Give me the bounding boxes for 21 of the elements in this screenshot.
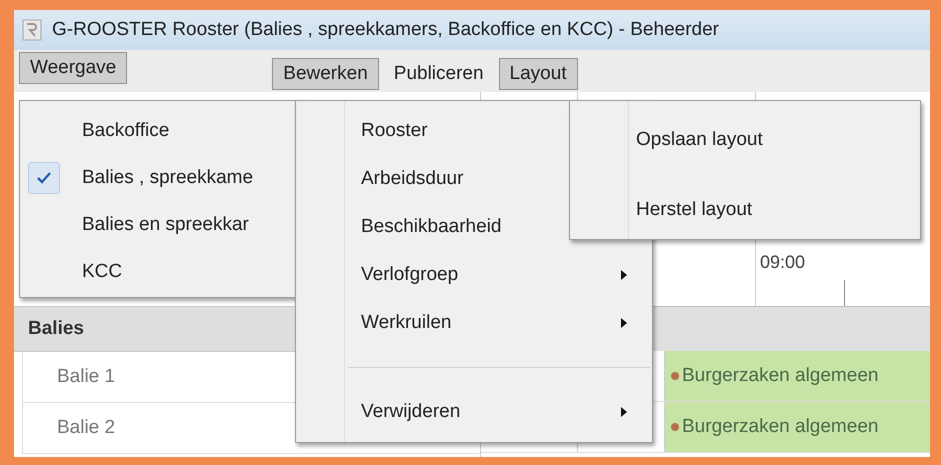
row-label: Balie 1 xyxy=(57,366,116,388)
dot-icon xyxy=(671,423,679,431)
time-label: 09:00 xyxy=(760,252,806,272)
row-label: Balie 2 xyxy=(57,417,116,439)
menu-item[interactable]: Verlofgroep xyxy=(296,251,652,299)
app-icon xyxy=(22,19,42,41)
menu-item[interactable]: Opslaan layout xyxy=(570,109,920,171)
dot-icon xyxy=(671,372,679,380)
window-title: G-ROOSTER Rooster (Balies , spreekkamers, Backoffice en KCC) - Beheerder xyxy=(52,19,719,41)
menu-item[interactable]: Herstel layout xyxy=(570,179,920,241)
menu-bar-item[interactable]: Layout xyxy=(498,58,578,90)
menu-item[interactable]: Verwijderen xyxy=(296,388,652,436)
menu-bar-item[interactable]: Weergave xyxy=(19,52,128,84)
menu-bar-item[interactable]: Bewerken xyxy=(272,58,379,90)
submenu-arrow-icon xyxy=(620,406,628,418)
menu-bar-item[interactable]: Publiceren xyxy=(382,58,495,90)
checkmark-icon xyxy=(36,170,52,186)
schedule-event[interactable]: Burgerzaken algemeen xyxy=(665,402,930,452)
schedule-event[interactable]: Burgerzaken algemeen xyxy=(665,351,930,401)
submenu-arrow-icon xyxy=(620,317,628,329)
submenu-arrow-icon xyxy=(620,269,628,281)
